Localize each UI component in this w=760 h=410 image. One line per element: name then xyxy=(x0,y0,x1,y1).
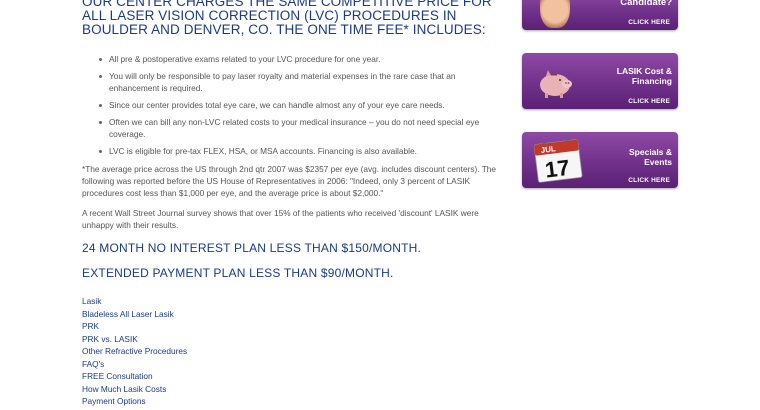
list-item: LVC is eligible for pre-tax FLEX, HSA, o… xyxy=(82,145,502,157)
price-footnote: *The average price across the US through… xyxy=(82,164,497,198)
link-free-consultation[interactable]: FREE Consultation xyxy=(82,371,153,381)
list-item: Often we can bill any non-LVC related co… xyxy=(82,116,502,140)
specials-events-promo[interactable]: JUL 17 Specials & Events CLICK HERE xyxy=(522,132,678,188)
link-lasik-cost[interactable]: How Much Lasik Costs xyxy=(82,384,166,394)
plan-24-month: 24 MONTH NO INTEREST PLAN LESS THAN $150… xyxy=(82,241,422,255)
link-prk[interactable]: PRK xyxy=(82,321,99,331)
bullet-icon xyxy=(99,75,102,78)
plan-extended: EXTENDED PAYMENT PLAN LESS THAN $90/MONT… xyxy=(82,266,394,280)
bullet-icon xyxy=(99,104,102,107)
link-prk-vs-lasik[interactable]: PRK vs. LASIK xyxy=(82,334,138,344)
bullet-icon xyxy=(99,121,102,124)
piggy-bank-icon xyxy=(540,70,572,98)
cost-financing-promo[interactable]: LASIK Cost & Financing CLICK HERE xyxy=(522,53,678,109)
link-lasik[interactable]: Lasik xyxy=(82,296,101,306)
link-other-procedures[interactable]: Other Refractive Procedures xyxy=(82,346,187,356)
cost-title: LASIK Cost & Financing xyxy=(616,66,672,86)
cost-click-here[interactable]: CLICK HERE xyxy=(628,98,670,105)
specials-title: Specials & Events xyxy=(629,147,672,167)
list-item: All pre & postoperative exams related to… xyxy=(82,53,502,65)
bullet-icon xyxy=(99,58,102,61)
candidate-click-here[interactable]: CLICK HERE xyxy=(628,19,670,26)
svg-text:17: 17 xyxy=(544,155,571,183)
bullet-icon xyxy=(99,150,102,153)
wsj-survey-note: A recent Wall Street Journal survey show… xyxy=(82,208,479,230)
link-payment-options[interactable]: Payment Options xyxy=(82,396,146,406)
list-item: You will only be responsible to pay lase… xyxy=(82,70,502,94)
woman-photo-icon xyxy=(540,0,570,28)
includes-list: All pre & postoperative exams related to… xyxy=(82,53,502,157)
list-item: Since our center provides total eye care… xyxy=(82,99,502,111)
page-headline: OUR CENTER CHARGES THE SAME COMPETITIVE … xyxy=(82,0,492,37)
related-links: Lasik Bladeless All Laser Lasik PRK PRK … xyxy=(82,295,502,408)
candidate-promo[interactable]: Candidate? CLICK HERE xyxy=(522,0,678,30)
link-bladeless-lasik[interactable]: Bladeless All Laser Lasik xyxy=(82,309,174,319)
specials-click-here[interactable]: CLICK HERE xyxy=(628,177,670,184)
candidate-title: Candidate? xyxy=(620,0,672,8)
calendar-icon: JUL 17 xyxy=(533,139,583,183)
main-content: OUR CENTER CHARGES THE SAME COMPETITIVE … xyxy=(82,0,502,408)
link-faqs[interactable]: FAQ's xyxy=(82,359,104,369)
svg-text:JUL: JUL xyxy=(540,144,556,155)
